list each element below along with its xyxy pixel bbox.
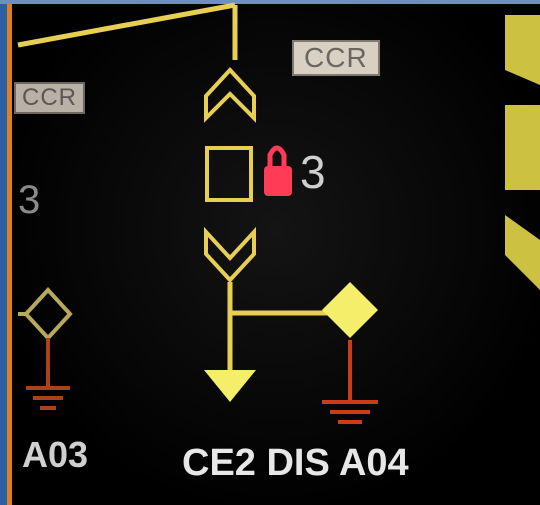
top-feeder-line bbox=[17, 2, 238, 60]
ground-icon bbox=[322, 340, 378, 424]
left-interlock-count: 3 bbox=[18, 178, 41, 222]
ccr-tag-left: CCR bbox=[14, 82, 85, 114]
left-ground-icon bbox=[26, 338, 70, 410]
right-busbar-segment bbox=[505, 15, 540, 290]
left-earth-switch-diamond-icon[interactable] bbox=[18, 287, 73, 341]
ccr-tag-center: CCR bbox=[292, 40, 380, 76]
lock-icon bbox=[264, 145, 292, 196]
switch-closed-icon[interactable] bbox=[204, 226, 256, 283]
feeder-branch-line bbox=[227, 282, 330, 370]
switch-open-icon[interactable] bbox=[204, 67, 256, 123]
interlock-count: 3 bbox=[300, 146, 326, 198]
screen-frame: CCR CCR 3 3 CE2 DIS A04 A03 bbox=[0, 0, 540, 505]
earth-switch-diamond-icon[interactable] bbox=[322, 282, 378, 338]
left-feeder-label: A03 bbox=[22, 434, 89, 475]
feeder-label: CE2 DIS A04 bbox=[182, 442, 409, 484]
single-line-diagram bbox=[17, 2, 540, 424]
breaker-square-icon[interactable] bbox=[205, 146, 253, 202]
arrow-down-icon bbox=[204, 370, 256, 402]
